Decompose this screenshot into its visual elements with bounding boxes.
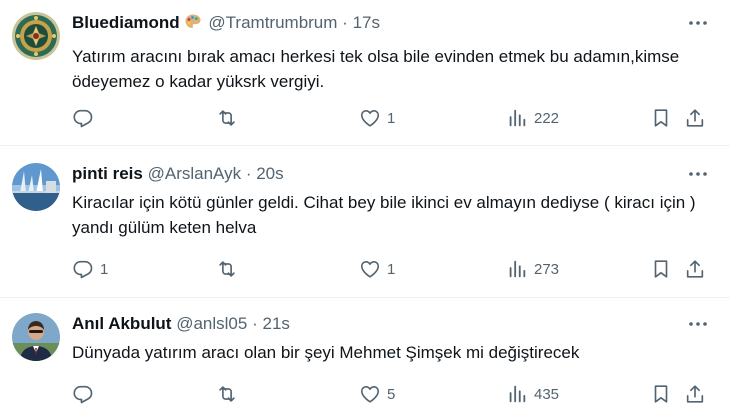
handle[interactable]: @anlsl05 xyxy=(176,314,247,333)
handle[interactable]: @ArslanAyk xyxy=(148,164,241,183)
bookmark-button[interactable] xyxy=(650,254,672,284)
emblem-avatar-image xyxy=(12,12,60,60)
sea-bridge-avatar-image xyxy=(12,163,60,211)
display-name[interactable]: pinti reis xyxy=(72,164,143,183)
view-count: 435 xyxy=(534,385,560,403)
reply-button[interactable] xyxy=(72,103,100,133)
timestamp[interactable]: 21s xyxy=(262,314,289,333)
display-name[interactable]: Bluediamond xyxy=(72,13,180,32)
repost-button[interactable] xyxy=(216,254,244,284)
tweet-header: Anıl Akbulut @anlsl05 · 21s xyxy=(72,313,290,335)
tweet-divider xyxy=(0,145,730,146)
share-button[interactable] xyxy=(684,379,706,409)
more-icon[interactable] xyxy=(686,165,710,183)
like-count: 5 xyxy=(387,385,396,403)
timestamp[interactable]: 17s xyxy=(353,13,380,32)
views-icon xyxy=(509,385,526,403)
view-count: 222 xyxy=(534,109,560,127)
tweet-2[interactable]: pinti reis @ArslanAyk · 20s Kiracılar iç… xyxy=(0,163,730,293)
like-icon xyxy=(360,261,380,278)
avatar[interactable] xyxy=(12,163,60,211)
tweet-text: Yatırım aracını bırak amacı herkesi tek … xyxy=(72,47,680,91)
like-button[interactable]: 5 xyxy=(359,379,395,409)
tweet-header: Bluediamond @Tramtrumbrum · 17s xyxy=(72,12,380,34)
views-icon xyxy=(509,109,526,127)
views-icon xyxy=(509,260,526,278)
like-button[interactable]: 1 xyxy=(359,103,395,133)
man-in-suit-avatar-image xyxy=(12,313,60,361)
display-name[interactable]: Anıl Akbulut xyxy=(72,314,171,333)
handle[interactable]: @Tramtrumbrum xyxy=(208,13,337,32)
bookmark-button[interactable] xyxy=(650,379,672,409)
views-button[interactable]: 435 xyxy=(506,379,559,409)
like-icon xyxy=(360,110,380,127)
separator-dot: · xyxy=(342,13,348,32)
separator-dot: · xyxy=(245,164,252,183)
more-icon[interactable] xyxy=(686,14,710,32)
separator-dot: · xyxy=(252,314,258,333)
action-bar: 1 1 273 xyxy=(60,254,730,284)
tweet-1[interactable]: Bluediamond @Tramtrumbrum · 17s Yatırım … xyxy=(0,12,730,142)
avatar[interactable] xyxy=(12,313,60,361)
reply-count: 1 xyxy=(100,260,109,278)
share-button[interactable] xyxy=(684,103,706,133)
repost-button[interactable] xyxy=(216,379,244,409)
share-icon xyxy=(686,385,704,403)
tweet-3[interactable]: Anıl Akbulut @anlsl05 · 21s Dünyada yatı… xyxy=(0,313,730,420)
artist-palette-emoji-icon xyxy=(184,13,202,37)
action-bar: 1 222 xyxy=(60,103,730,133)
timeline-feed: Bluediamond @Tramtrumbrum · 17s Yatırım … xyxy=(0,0,730,420)
views-button[interactable]: 222 xyxy=(506,103,559,133)
bookmark-icon xyxy=(654,109,668,127)
reply-icon xyxy=(73,385,93,404)
like-button[interactable]: 1 xyxy=(359,254,395,284)
bookmark-icon xyxy=(654,385,668,403)
tweet-text: Dünyada yatırım aracı olan bir şeyi Mehm… xyxy=(72,343,580,362)
tweet-divider xyxy=(0,297,730,298)
reply-button[interactable]: 1 xyxy=(72,254,108,284)
view-count: 273 xyxy=(534,260,560,278)
repost-icon xyxy=(219,386,235,402)
tweet-header: pinti reis @ArslanAyk · 20s xyxy=(72,163,284,185)
action-bar: 5 435 xyxy=(60,379,730,409)
bookmark-button[interactable] xyxy=(650,103,672,133)
like-count: 1 xyxy=(387,260,396,278)
like-count: 1 xyxy=(387,109,396,127)
more-icon[interactable] xyxy=(686,315,710,333)
repost-icon xyxy=(219,110,235,126)
reply-icon xyxy=(73,109,93,128)
share-icon xyxy=(686,109,704,127)
timestamp[interactable]: 20s xyxy=(256,164,283,183)
views-button[interactable]: 273 xyxy=(506,254,559,284)
avatar[interactable] xyxy=(12,12,60,60)
repost-button[interactable] xyxy=(216,103,244,133)
share-button[interactable] xyxy=(684,254,706,284)
share-icon xyxy=(686,260,704,278)
reply-icon xyxy=(73,260,93,279)
repost-icon xyxy=(219,261,235,277)
reply-button[interactable] xyxy=(72,379,100,409)
like-icon xyxy=(360,386,380,403)
tweet-text: Kiracılar için kötü günler geldi. Cihat … xyxy=(72,193,696,237)
bookmark-icon xyxy=(654,260,668,278)
